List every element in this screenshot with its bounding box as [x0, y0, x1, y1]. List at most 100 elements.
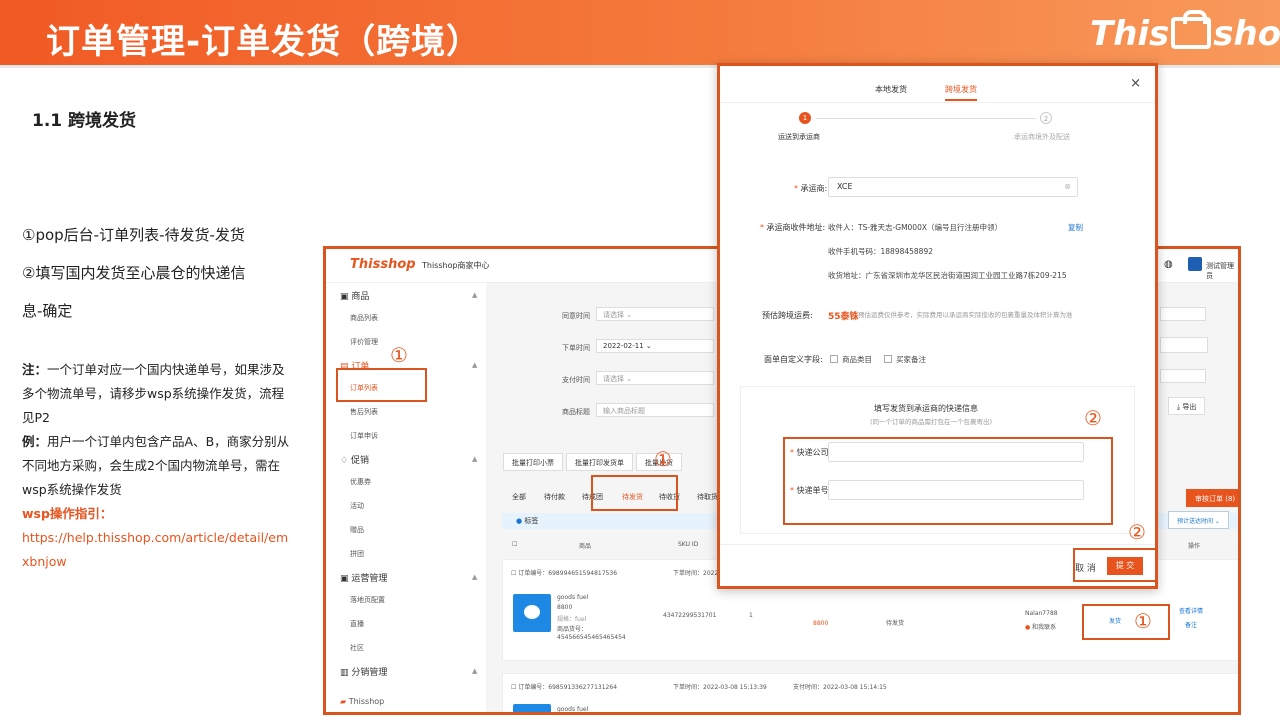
close-icon[interactable]: × [1130, 76, 1141, 91]
example-label: 例： [22, 434, 48, 449]
tab-cross-border-ship[interactable]: 跨境发货 [945, 84, 977, 101]
order2-no: ☐ 订单编号：698591336277131264 [511, 684, 618, 691]
header-checkbox[interactable]: ☐ [512, 541, 517, 548]
tab-all[interactable]: 全部 [512, 492, 526, 502]
order1-remark-link[interactable]: 备注 [1185, 620, 1197, 629]
order1-detail-link[interactable]: 查看详情 [1179, 606, 1203, 615]
order1-amount: 8800 [813, 620, 829, 627]
form-subtitle: (同一个订单的商品需打包在一个包裹寄出) [870, 418, 993, 426]
step-1-dot: 1 [799, 112, 811, 124]
wechat-product-image [513, 594, 551, 632]
marker-1-sidebar: ① [390, 343, 408, 367]
print-invoice-button[interactable]: 批量打印发货单 [566, 453, 633, 471]
ship-time-select[interactable]: 预计送达时间 ⌄ [1168, 511, 1229, 529]
filter-right-3[interactable] [1160, 369, 1206, 383]
filter-title-input[interactable]: 输入商品标题 [596, 403, 714, 417]
note-label: 注： [22, 362, 48, 377]
note-block: 注：一个订单对应一个国内快递单号，如果涉及多个物流单号，请移步wsp系统操作发货… [22, 358, 290, 574]
th-goods: 商品 [579, 543, 592, 550]
step-connector [816, 118, 1036, 119]
filter-order-date[interactable]: 2022-02-11 ⌄ [596, 339, 714, 353]
highlight-courier-form [783, 437, 1113, 525]
marker-2-submit: ② [1128, 520, 1146, 544]
sidebar-item-gift[interactable]: 赠品 [350, 525, 364, 535]
fee-label: 预估跨境运费: [762, 311, 813, 320]
order2-goods-name: goods fuel [557, 706, 589, 713]
tab-pending-pickup[interactable]: 待取货 [697, 492, 718, 502]
slide-title: 订单管理-订单发货（跨境） [46, 22, 482, 62]
sidebar-item-group[interactable]: 拼团 [350, 549, 364, 559]
filter-right-1[interactable] [1160, 307, 1206, 321]
marker-2-form: ② [1084, 406, 1102, 430]
fee-note: 预估运费仅供参考，实际费用以承运商实际揽收的包裹重量及体积计算为准 [858, 311, 1073, 319]
highlight-order-list [336, 368, 427, 402]
brand-logo: Thisshop [1090, 10, 1280, 54]
sidebar-item-decor[interactable]: 落地页配置 [350, 595, 385, 605]
marker-1-ship: ① [1134, 609, 1152, 633]
marker-1-tab: ① [654, 447, 672, 471]
title-banner: 订单管理-订单发货（跨境） Thisshop [0, 0, 1280, 68]
sidebar-group-ops[interactable]: ▣ 运营管理 [340, 571, 387, 584]
sidebar-item-order-review[interactable]: 订单申诉 [350, 431, 378, 441]
tab-local-ship[interactable]: 本地发货 [875, 84, 907, 95]
phone-text: 收件手机号码：18898458892 [828, 247, 933, 256]
admin-user[interactable]: 测试管理员 [1206, 261, 1238, 281]
addr-label: * 承运商收件地址: [760, 223, 826, 232]
filter-label-pay-time: 同意时间 [562, 312, 590, 320]
form-title: 填写发货到承运商的快递信息 [874, 404, 978, 413]
sidebar-group-promo[interactable]: ♢ 促销 [340, 453, 369, 466]
step-2-text-cont: 息-确定 [22, 302, 73, 320]
filter-label-order-time: 下单时间 [562, 344, 590, 352]
sidebar-item-goods-list[interactable]: 商品列表 [350, 313, 378, 323]
filter-pay-time-select[interactable]: 请选择 ⌄ [596, 307, 714, 321]
highlight-ship-link [1082, 604, 1170, 640]
avatar[interactable] [1188, 257, 1202, 271]
chat-icon: ● [1025, 624, 1031, 631]
order1-code: 454566545465465454 [557, 634, 626, 641]
custom-field-label: 面单自定义字段: [764, 355, 823, 364]
order1-price: 8800 [557, 604, 573, 611]
step-2-text: ②填写国内发货至心晨仓的快递信 [22, 264, 246, 282]
order-card-2: ☐ 订单编号：698591336277131264 下单时间：2022-03-0… [502, 673, 1238, 713]
carrier-label: * 承运商: [794, 184, 828, 193]
sidebar-group-dist[interactable]: ▥ 分销管理 [340, 665, 387, 678]
filter-label-title: 商品标题 [562, 408, 590, 416]
filter-right-2[interactable] [1160, 337, 1208, 353]
order1-code-label: 商品货号： [557, 626, 588, 633]
sidebar-item-community[interactable]: 社区 [350, 643, 364, 653]
sidebar-group-goods[interactable]: ▣ 商品 [340, 289, 369, 302]
sidebar-item-after-sale[interactable]: 售后列表 [350, 407, 378, 417]
order2-time: 下单时间：2022-03-08 15:13:39 [673, 684, 767, 691]
carrier-select[interactable]: XCE ⊗ [828, 177, 1078, 197]
order1-buyer-tag[interactable]: ● 和我联系 [1025, 622, 1056, 631]
step-2-dot: 2 [1040, 112, 1052, 124]
globe-icon[interactable]: ◍ [1164, 259, 1173, 270]
sidebar-item-reviews[interactable]: 评价管理 [350, 337, 378, 347]
order1-qty: 1 [749, 612, 753, 619]
guide-link[interactable]: https://help.thisshop.com/article/detail… [22, 530, 288, 569]
filter-label-ship-time: 支付时间 [562, 376, 590, 384]
review-order-button[interactable]: 审核订单 (8) [1186, 489, 1238, 507]
guide-label: wsp操作指引： [22, 506, 113, 521]
opt-category[interactable]: 商品类目 [830, 354, 872, 365]
order1-sku: 43472299531701 [663, 612, 717, 619]
opt-buyer-note[interactable]: 买家备注 [884, 354, 926, 365]
shopping-bag-icon [1171, 10, 1212, 49]
print-small-button[interactable]: 批量打印小票 [503, 453, 563, 471]
order1-status: 待发货 [886, 620, 905, 627]
admin-logo[interactable]: Thisshop [350, 257, 416, 272]
sidebar-footer: ▰ Thisshop [340, 697, 385, 706]
export-button[interactable]: ⤓ 导出 [1168, 397, 1206, 415]
recipient-text: 收件人：TS-雅天志-GM000X（编号且行注册申领） [828, 223, 1002, 232]
th-actions: 操作 [1188, 543, 1201, 550]
sidebar-item-activity[interactable]: 活动 [350, 501, 364, 511]
sidebar-item-live[interactable]: 直播 [350, 619, 364, 629]
section-heading: 1.1 跨境发货 [32, 111, 137, 131]
filter-ship-time-select[interactable]: 请选择 ⌄ [596, 371, 714, 385]
tab-pending-pay[interactable]: 待付款 [544, 492, 565, 502]
sidebar-item-coupon[interactable]: 优惠券 [350, 477, 371, 487]
step-2-label: 承运商境外及配送 [1014, 133, 1070, 141]
copy-link[interactable]: 复制 [1068, 222, 1083, 233]
order1-no: ☐ 订单编号：698994651594817536 [511, 570, 618, 577]
order2-pay-time: 支付时间：2022-03-08 15:14:15 [793, 684, 887, 691]
